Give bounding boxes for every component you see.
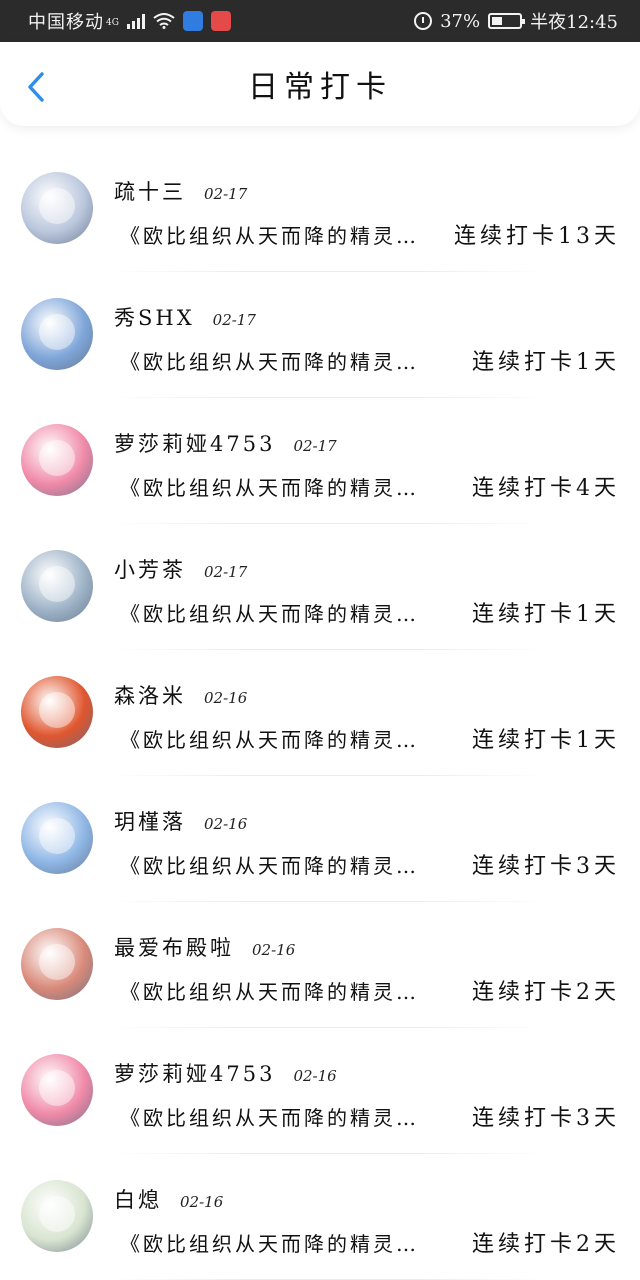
name-line: 最爱布殿啦 02-16 xyxy=(114,932,295,962)
battery-icon xyxy=(488,13,526,29)
book-title[interactable]: 《欧比组织从天而降的精灵… xyxy=(120,724,419,753)
user-name[interactable]: 森洛米 xyxy=(114,680,186,710)
book-title[interactable]: 《欧比组织从天而降的精灵… xyxy=(120,976,419,1005)
name-line: 白熄 02-16 xyxy=(114,1184,223,1214)
name-line: 森洛米 02-16 xyxy=(114,680,247,710)
avatar[interactable] xyxy=(21,676,93,748)
book-title[interactable]: 《欧比组织从天而降的精灵… xyxy=(120,1228,419,1257)
user-name[interactable]: 秀SHX xyxy=(114,302,195,332)
streak-label: 连续打卡1天 xyxy=(472,350,620,375)
avatar[interactable] xyxy=(21,172,93,244)
checkin-list: 疏十三 02-17 《欧比组织从天而降的精灵… 连续打卡13天 秀SHX 02-… xyxy=(0,146,640,1280)
checkin-row[interactable]: 萝莎莉娅4753 02-17 《欧比组织从天而降的精灵… 连续打卡4天 xyxy=(0,398,640,524)
user-name[interactable]: 小芳茶 xyxy=(114,554,186,584)
content-line: 《欧比组织从天而降的精灵… 连续打卡2天 xyxy=(120,974,620,1006)
avatar[interactable] xyxy=(21,802,93,874)
baidu-app-icon xyxy=(182,11,203,31)
user-name[interactable]: 疏十三 xyxy=(114,176,186,206)
checkin-row[interactable]: 森洛米 02-16 《欧比组织从天而降的精灵… 连续打卡1天 xyxy=(0,650,640,776)
content-line: 《欧比组织从天而降的精灵… 连续打卡2天 xyxy=(120,1226,620,1258)
streak-label: 连续打卡4天 xyxy=(472,476,620,501)
user-name[interactable]: 白熄 xyxy=(114,1184,162,1214)
checkin-date: 02-17 xyxy=(212,311,256,329)
checkin-date: 02-17 xyxy=(204,185,248,203)
streak-label: 连续打卡1天 xyxy=(472,602,620,627)
network-type-label: 4G xyxy=(106,18,119,28)
back-button[interactable] xyxy=(22,70,50,104)
book-title[interactable]: 《欧比组织从天而降的精灵… xyxy=(120,220,419,249)
wifi-icon xyxy=(153,13,175,29)
checkin-row[interactable]: 白熄 02-16 《欧比组织从天而降的精灵… 连续打卡2天 xyxy=(0,1154,640,1280)
checkin-row[interactable]: 秀SHX 02-17 《欧比组织从天而降的精灵… 连续打卡1天 xyxy=(0,272,640,398)
checkin-date: 02-16 xyxy=(204,689,248,707)
clock-time: 半夜12:45 xyxy=(530,12,618,33)
content-line: 《欧比组织从天而降的精灵… 连续打卡1天 xyxy=(120,344,620,376)
huawei-app-icon xyxy=(210,11,231,31)
name-line: 萝莎莉娅4753 02-17 xyxy=(114,428,337,458)
content-line: 《欧比组织从天而降的精灵… 连续打卡1天 xyxy=(120,596,620,628)
alarm-icon xyxy=(414,12,433,30)
streak-label: 连续打卡2天 xyxy=(472,1232,620,1257)
name-line: 小芳茶 02-17 xyxy=(114,554,247,584)
book-title[interactable]: 《欧比组织从天而降的精灵… xyxy=(120,850,419,879)
status-right: 37% 半夜12:45 xyxy=(414,8,618,34)
book-title[interactable]: 《欧比组织从天而降的精灵… xyxy=(120,472,419,501)
avatar[interactable] xyxy=(21,928,93,1000)
name-line: 萝莎莉娅4753 02-16 xyxy=(114,1058,337,1088)
user-name[interactable]: 最爱布殿啦 xyxy=(114,932,234,962)
carrier-label: 中国移动 xyxy=(28,12,104,33)
streak-label: 连续打卡3天 xyxy=(472,854,620,879)
content-line: 《欧比组织从天而降的精灵… 连续打卡4天 xyxy=(120,470,620,502)
signal-icon xyxy=(126,13,145,29)
battery-percent: 37% xyxy=(440,10,481,32)
streak-label: 连续打卡2天 xyxy=(472,980,620,1005)
checkin-row[interactable]: 萝莎莉娅4753 02-16 《欧比组织从天而降的精灵… 连续打卡3天 xyxy=(0,1028,640,1154)
streak-label: 连续打卡3天 xyxy=(472,1106,620,1131)
avatar[interactable] xyxy=(21,550,93,622)
name-line: 秀SHX 02-17 xyxy=(114,302,256,332)
avatar[interactable] xyxy=(21,424,93,496)
chevron-left-icon xyxy=(28,72,44,102)
checkin-row[interactable]: 最爱布殿啦 02-16 《欧比组织从天而降的精灵… 连续打卡2天 xyxy=(0,902,640,1028)
checkin-date: 02-16 xyxy=(204,815,248,833)
checkin-row[interactable]: 小芳茶 02-17 《欧比组织从天而降的精灵… 连续打卡1天 xyxy=(0,524,640,650)
content-line: 《欧比组织从天而降的精灵… 连续打卡3天 xyxy=(120,848,620,880)
avatar[interactable] xyxy=(21,1180,93,1252)
checkin-date: 02-16 xyxy=(293,1067,337,1085)
user-name[interactable]: 玥槿落 xyxy=(114,806,186,836)
checkin-date: 02-17 xyxy=(204,563,248,581)
status-left: 中国移动 4G xyxy=(28,8,231,34)
checkin-date: 02-16 xyxy=(252,941,296,959)
book-title[interactable]: 《欧比组织从天而降的精灵… xyxy=(120,346,419,375)
checkin-row[interactable]: 疏十三 02-17 《欧比组织从天而降的精灵… 连续打卡13天 xyxy=(0,146,640,272)
page-title: 日常打卡 xyxy=(248,70,392,105)
content-line: 《欧比组织从天而降的精灵… 连续打卡3天 xyxy=(120,1100,620,1132)
name-line: 玥槿落 02-16 xyxy=(114,806,247,836)
user-name[interactable]: 萝莎莉娅4753 xyxy=(114,1058,275,1088)
avatar[interactable] xyxy=(21,1054,93,1126)
avatar[interactable] xyxy=(21,298,93,370)
checkin-date: 02-17 xyxy=(293,437,337,455)
book-title[interactable]: 《欧比组织从天而降的精灵… xyxy=(120,1102,419,1131)
name-line: 疏十三 02-17 xyxy=(114,176,247,206)
streak-label: 连续打卡1天 xyxy=(472,728,620,753)
streak-label: 连续打卡13天 xyxy=(454,224,620,249)
checkin-date: 02-16 xyxy=(180,1193,224,1211)
page-header: 日常打卡 xyxy=(0,42,640,126)
user-name[interactable]: 萝莎莉娅4753 xyxy=(114,428,275,458)
content-line: 《欧比组织从天而降的精灵… 连续打卡1天 xyxy=(120,722,620,754)
checkin-row[interactable]: 玥槿落 02-16 《欧比组织从天而降的精灵… 连续打卡3天 xyxy=(0,776,640,902)
content-line: 《欧比组织从天而降的精灵… 连续打卡13天 xyxy=(120,218,620,250)
book-title[interactable]: 《欧比组织从天而降的精灵… xyxy=(120,598,419,627)
status-bar: 中国移动 4G 37% 半夜12:45 xyxy=(0,0,640,42)
